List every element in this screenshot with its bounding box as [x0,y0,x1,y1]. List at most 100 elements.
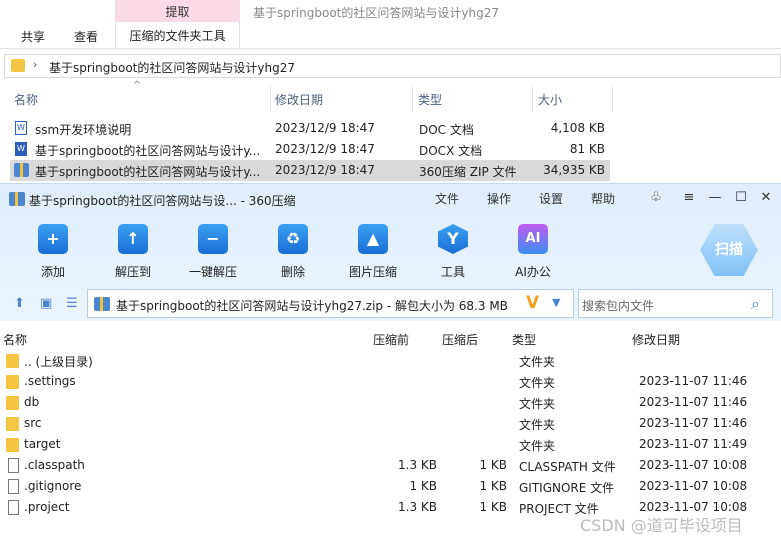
view-thumbnail-icon[interactable]: ▣ [40,296,52,311]
entry-size-before: 1 KB [409,479,437,493]
file-size: 34,935 KB [543,163,605,177]
file-size: 81 KB [569,142,605,156]
column-separator[interactable] [270,86,271,112]
entry-size-after: 1 KB [479,500,507,514]
zip-column-before[interactable]: 压缩前 [373,331,409,348]
file-icon [8,500,19,515]
zip-column-type[interactable]: 类型 [512,331,536,348]
tool-delete[interactable]: ♻ 删除 [255,220,331,280]
entry-type: CLASSPATH 文件 [519,460,616,474]
file-size: 4,108 KB [550,121,605,135]
archive-row[interactable]: .. (上级目录) 文件夹 [0,350,781,371]
archive-path-bar[interactable]: 基于springboot的社区问答网站与设计yhg27.zip - 解包大小为 … [87,289,574,318]
tool-label: 删除 [280,265,305,279]
zip-column-modified[interactable]: 修改日期 [632,331,680,348]
entry-modified: 2023-11-07 10:08 [639,479,748,493]
address-bar[interactable]: › 基于springboot的社区问答网站与设计yhg27 [4,54,781,78]
entry-type: 文件夹 [519,397,556,411]
menu-file[interactable]: 文件 [435,190,459,207]
tab-view[interactable]: 查看 [74,28,98,45]
tool-label: 解压到 [114,265,151,279]
entry-modified: 2023-11-07 11:46 [639,374,748,388]
minimize-icon[interactable]: — [707,190,723,206]
file-icon [8,479,19,494]
zip-column-after[interactable]: 压缩后 [442,331,478,348]
folder-icon [11,59,25,72]
menu-operation[interactable]: 操作 [487,190,511,207]
file-modified: 2023/12/9 18:47 [275,121,375,135]
view-list-icon[interactable]: ☰ [66,296,78,311]
tool-add[interactable]: + 添加 [15,220,91,280]
menu-lines-icon[interactable]: ≡ [681,190,697,206]
tool-ai-office[interactable]: AI AI办公 [495,220,571,280]
archive-row[interactable]: db 文件夹 2023-11-07 11:46 [0,392,781,413]
tool-label: AI办公 [515,265,551,279]
column-type[interactable]: 类型 [418,91,442,108]
column-separator[interactable] [412,86,413,112]
zip-icon [14,163,29,177]
entry-size-after: 1 KB [479,479,507,493]
column-separator[interactable] [612,86,613,112]
search-icon[interactable]: ⌕ [751,294,760,314]
dropdown-arrow-icon[interactable]: ▼ [552,296,560,309]
word-doc-icon: W [15,121,27,135]
tool-image-compress[interactable]: ▲ 图片压缩 [335,220,411,280]
chevron-right-icon[interactable]: › [33,58,37,71]
explorer-window-title: 基于springboot的社区问答网站与设计yhg27 [253,6,499,20]
folder-icon [6,375,19,389]
tool-label: 添加 [40,265,65,279]
skin-shirt-icon[interactable]: ♧ [648,190,664,206]
column-modified[interactable]: 修改日期 [275,91,323,108]
entry-name: src [24,416,42,430]
entry-size-before: 1.3 KB [398,458,437,472]
file-row-selected[interactable]: 基于springboot的社区问答网站与设计y... 2023/12/9 18:… [10,160,610,181]
archive-row[interactable]: .classpath 1.3 KB 1 KB CLASSPATH 文件 2023… [0,455,781,476]
image-compress-icon: ▲ [358,224,388,254]
archive-row[interactable]: .gitignore 1 KB 1 KB GITIGNORE 文件 2023-1… [0,476,781,497]
close-icon[interactable]: ✕ [758,190,774,206]
column-separator[interactable] [532,86,533,112]
column-name[interactable]: 名称 [14,91,38,108]
file-row[interactable]: W ssm开发环境说明 2023/12/9 18:47 DOC 文档 4,108… [10,118,610,139]
tool-tools[interactable]: Y 工具 [415,220,491,280]
one-click-extract-icon: − [198,224,228,254]
entry-name: db [24,395,40,409]
archive-row[interactable]: .settings 文件夹 2023-11-07 11:46 [0,371,781,392]
search-input[interactable]: 搜索包内文件 ⌕ [578,289,773,318]
file-name: 基于springboot的社区问答网站与设计y... [35,144,261,158]
menu-help[interactable]: 帮助 [591,190,615,207]
extract-to-icon: ↑ [118,224,148,254]
zip-window-title: 基于springboot的社区问答网站与设... - 360压缩 [29,194,296,208]
folder-icon [6,396,19,410]
tab-share[interactable]: 共享 [21,28,45,45]
entry-type: 文件夹 [519,376,556,390]
archive-row[interactable]: target 文件夹 2023-11-07 11:49 [0,434,781,455]
file-modified: 2023/12/9 18:47 [275,142,375,156]
zip-icon [94,297,110,311]
tool-one-click-extract[interactable]: − 一键解压 [175,220,251,280]
zip-column-name[interactable]: 名称 [3,331,27,348]
menu-settings[interactable]: 设置 [539,190,563,207]
tab-compressed-folder-tools[interactable]: 压缩的文件夹工具 [115,22,240,48]
zip-window: 基于springboot的社区问答网站与设... - 360压缩 文件 操作 设… [0,183,781,541]
file-type: DOCX 文档 [419,144,483,158]
maximize-icon[interactable]: ☐ [733,190,749,206]
entry-name: .classpath [24,458,85,472]
file-row[interactable]: W 基于springboot的社区问答网站与设计y... 2023/12/9 1… [10,139,610,160]
column-size[interactable]: 大小 [538,91,562,108]
entry-name: .gitignore [24,479,82,493]
v-logo-icon[interactable]: V [526,293,539,313]
up-arrow-icon[interactable]: ⬆ [14,296,25,311]
entry-modified: 2023-11-07 11:49 [639,437,748,451]
tab-extract[interactable]: 提取 [115,3,240,20]
entry-modified: 2023-11-07 11:46 [639,395,748,409]
archive-row[interactable]: src 文件夹 2023-11-07 11:46 [0,413,781,434]
entry-size-before: 1.3 KB [398,500,437,514]
tool-extract-to[interactable]: ↑ 解压到 [95,220,171,280]
file-name: 基于springboot的社区问答网站与设计y... [35,165,261,179]
ribbon-divider [0,48,781,49]
entry-type: 文件夹 [519,439,556,453]
entry-name: .project [24,500,70,514]
folder-icon [6,354,19,368]
file-modified: 2023/12/9 18:47 [275,163,375,177]
